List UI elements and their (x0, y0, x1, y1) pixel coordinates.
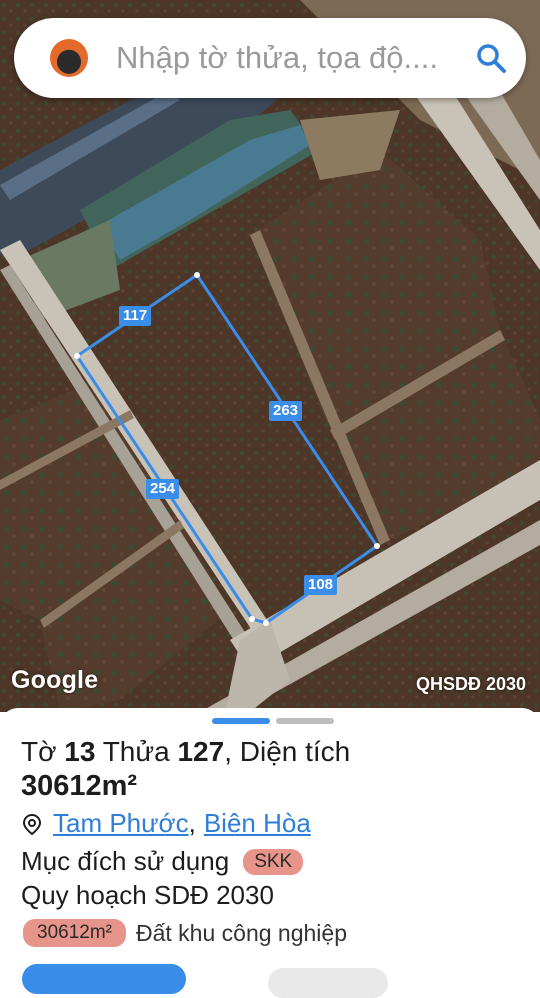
layer-label[interactable]: QHSDĐ 2030 (416, 674, 526, 695)
location-row: Tam Phước, Biên Hòa (21, 808, 311, 839)
sheet-label: Tờ (21, 736, 57, 767)
area-label: Diện tích (239, 736, 351, 767)
title-comma: , (224, 736, 232, 767)
plan-land-type: Đất khu công nghiệp (136, 919, 347, 946)
edge-length-label: 254 (146, 479, 180, 499)
search-input[interactable]: Nhập tờ thửa, tọa độ.... (116, 40, 456, 76)
satellite-map[interactable]: 117 263 254 108 Google QHSDĐ 2030 (0, 0, 540, 712)
city-link[interactable]: Biên Hòa (204, 808, 311, 839)
ward-link[interactable]: Tam Phước (53, 808, 189, 839)
parcel-label: Thửa (102, 736, 170, 767)
parcel-area: 30612m² (21, 770, 138, 802)
sheet-number: 13 (64, 736, 96, 767)
app-logo-icon[interactable] (50, 39, 88, 77)
pager-dot[interactable] (276, 718, 334, 724)
search-icon[interactable] (474, 41, 508, 75)
edge-length-label: 117 (119, 306, 152, 326)
purpose-code-badge: SKK (243, 848, 304, 875)
map-imagery (0, 0, 540, 712)
search-bar[interactable]: Nhập tờ thửa, tọa độ.... (14, 18, 526, 98)
primary-action-button[interactable] (22, 964, 186, 994)
parcel-title: Tờ 13 Thửa 127, Diện tích (21, 734, 350, 770)
plan-land-row: 30612m² Đất khu công nghiệp (23, 919, 347, 947)
purpose-label: Mục đích sử dụng (21, 846, 230, 876)
parcel-info-sheet: Tờ 13 Thửa 127, Diện tích 30612m² Tam Ph… (0, 708, 540, 998)
pager-dot[interactable] (212, 718, 270, 724)
plan-label: Quy hoạch SDĐ 2030 (21, 880, 274, 910)
location-comma: , (188, 808, 196, 838)
edge-length-label: 263 (269, 401, 303, 421)
location-pin-icon (22, 813, 42, 835)
google-attribution: Google (11, 666, 99, 694)
edge-length-label: 108 (304, 575, 338, 595)
sheet-pager[interactable] (212, 718, 334, 724)
plan-area-badge: 30612m² (23, 919, 126, 947)
land-purpose-row: Mục đích sử dụng SKK (21, 846, 304, 877)
parcel-number: 127 (177, 736, 225, 767)
